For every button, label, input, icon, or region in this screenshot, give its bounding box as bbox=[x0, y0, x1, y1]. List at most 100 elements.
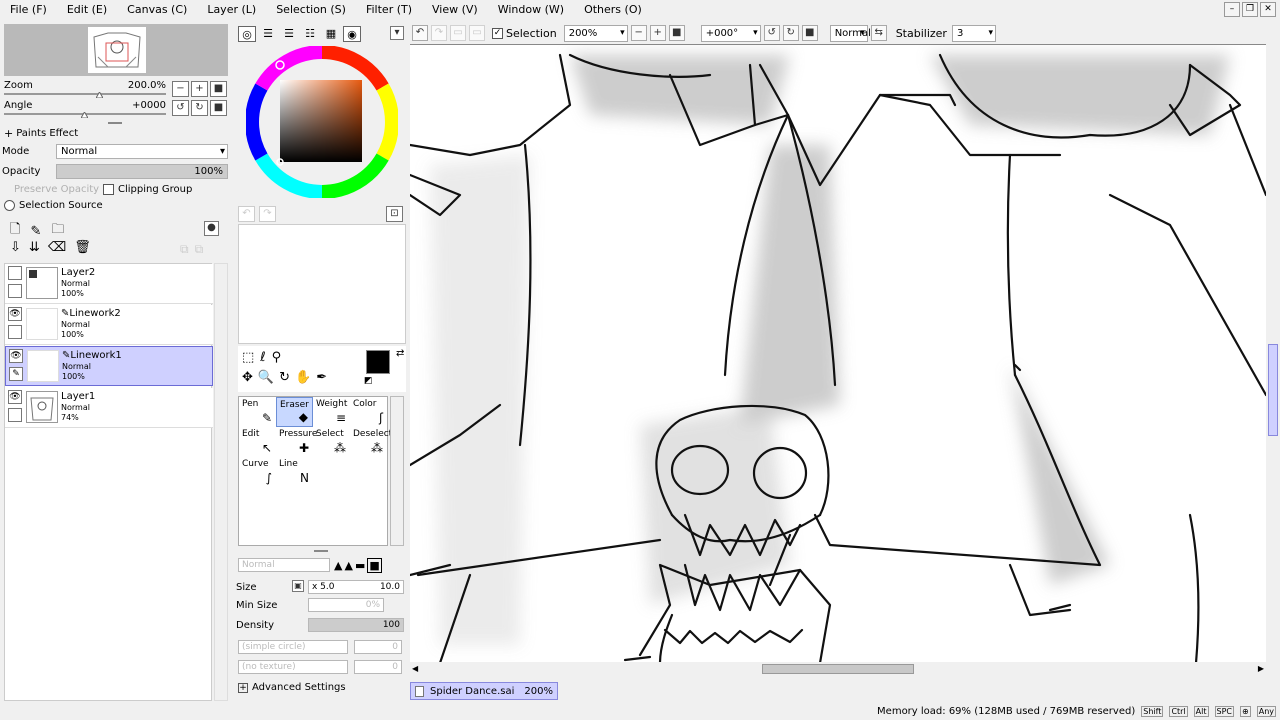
scroll-left-icon[interactable]: ◀ bbox=[412, 664, 418, 673]
undo-icon[interactable]: ↶ bbox=[412, 25, 428, 41]
paints-effect-header[interactable]: + Paints Effect bbox=[4, 127, 78, 140]
eye-icon[interactable]: 👁 bbox=[8, 307, 22, 321]
tool-deselect[interactable]: Deselect ⁂ bbox=[350, 427, 392, 457]
layer-item-linework1[interactable]: 👁 ✎ ✎Linework1 Normal 100% bbox=[5, 346, 213, 386]
blend-mode-select[interactable]: Normal bbox=[238, 558, 330, 572]
canvas-vertical-thumb[interactable] bbox=[1268, 344, 1278, 436]
size-field[interactable]: x 5.0 10.0 bbox=[308, 580, 404, 594]
brush-shape-value[interactable]: 0 bbox=[354, 640, 402, 654]
transfer-down-icon[interactable]: ⇩ bbox=[10, 240, 21, 255]
eye-icon[interactable]: 👁 bbox=[9, 349, 23, 363]
layer-list-scrollbar[interactable] bbox=[214, 263, 228, 701]
panel-splitter[interactable] bbox=[108, 122, 122, 124]
rotate-cw-icon[interactable]: ↻ bbox=[782, 25, 799, 41]
primary-color-swatch[interactable] bbox=[366, 350, 390, 374]
expand-plus-icon[interactable]: + bbox=[4, 127, 13, 140]
clipping-group-toggle[interactable]: Clipping Group bbox=[103, 184, 192, 195]
color-wheel[interactable] bbox=[245, 45, 399, 199]
angle-slider-knob[interactable] bbox=[80, 110, 89, 119]
scratch-clear-icon[interactable]: ⊡ bbox=[386, 206, 403, 222]
menu-view[interactable]: View (V) bbox=[422, 0, 488, 20]
rotate-reset-icon[interactable]: ■ bbox=[210, 100, 227, 116]
rgb-slider-tab-icon[interactable]: ☰ bbox=[259, 26, 277, 42]
rotate-tool-icon[interactable]: ↻ bbox=[279, 370, 290, 385]
selection-toggle[interactable]: ✓ Selection bbox=[492, 27, 557, 40]
minimize-icon[interactable]: – bbox=[1224, 2, 1240, 17]
rotate-ccw-icon[interactable]: ↺ bbox=[172, 100, 189, 116]
color-wheel-tab-icon[interactable]: ◎ bbox=[238, 26, 256, 42]
density-slider[interactable]: 100 bbox=[308, 618, 404, 632]
scratchpad-area[interactable] bbox=[238, 224, 406, 344]
new-layer-icon[interactable]: 🗋 bbox=[10, 220, 20, 242]
stabilizer-select[interactable]: 3 bbox=[951, 24, 996, 42]
zoom-in-icon[interactable]: + bbox=[191, 81, 208, 97]
tool-color[interactable]: Color ʃ bbox=[350, 397, 387, 427]
zoom-out-icon[interactable]: − bbox=[172, 81, 189, 97]
min-size-slider[interactable]: 0% bbox=[308, 598, 384, 612]
color-mixer-tab-icon[interactable]: ☷ bbox=[301, 26, 319, 42]
swatches-tab-icon[interactable]: ▦ bbox=[322, 26, 340, 42]
new-linework-layer-icon[interactable]: ✎ bbox=[30, 224, 41, 239]
paste-layer-icon[interactable]: ⧉ bbox=[195, 242, 204, 257]
magic-wand-icon[interactable]: ⚲ bbox=[272, 350, 282, 365]
angle-select[interactable]: +000° bbox=[700, 24, 761, 42]
tool-eraser[interactable]: Eraser ◆ bbox=[276, 397, 313, 427]
tool-pressure[interactable]: Pressure ✚ bbox=[276, 427, 317, 457]
restore-icon[interactable]: ❐ bbox=[1242, 2, 1258, 17]
scratch-undo-icon[interactable]: ↶ bbox=[238, 206, 255, 222]
expand-plus-icon[interactable]: + bbox=[238, 682, 248, 693]
view-mode-select[interactable]: Normal bbox=[829, 24, 871, 42]
invert-selection-icon[interactable]: ▭ bbox=[469, 25, 485, 41]
tool-grid-scrollbar[interactable] bbox=[390, 396, 404, 546]
checkbox-checked-icon[interactable]: ✓ bbox=[492, 27, 503, 39]
layer-opacity-slider[interactable]: 100% bbox=[56, 164, 228, 179]
menu-window[interactable]: Window (W) bbox=[488, 0, 574, 20]
document-tab[interactable]: Spider Dance.sai 200% bbox=[410, 682, 558, 700]
swap-colors-icon[interactable]: ⇄ bbox=[396, 348, 404, 359]
tool-pen[interactable]: Pen ✎ bbox=[239, 397, 276, 427]
scroll-right-icon[interactable]: ▶ bbox=[1258, 664, 1264, 673]
radio-unchecked-icon[interactable] bbox=[4, 200, 15, 211]
canvas-horizontal-scrollbar[interactable]: ◀ ▶ bbox=[410, 662, 1266, 676]
pen-edit-icon[interactable]: ✎ bbox=[9, 367, 23, 381]
brush-medium-icon[interactable]: ▲ bbox=[344, 559, 352, 572]
layer-mask-icon[interactable]: ● bbox=[204, 221, 219, 236]
zoom-out-icon[interactable]: − bbox=[630, 25, 647, 41]
selection-source-toggle[interactable]: Selection Source bbox=[4, 200, 103, 211]
hand-icon[interactable]: ✋ bbox=[295, 370, 311, 385]
size-multiplier-icon[interactable]: ▣ bbox=[292, 580, 304, 592]
reset-colors-icon[interactable]: ◩ bbox=[364, 376, 373, 386]
zoom-reset-icon[interactable]: ■ bbox=[668, 25, 685, 41]
tool-select[interactable]: Select ⁂ bbox=[313, 427, 350, 457]
redo-icon[interactable]: ↷ bbox=[431, 25, 447, 41]
lock-toggle-icon[interactable] bbox=[8, 284, 22, 298]
menu-layer[interactable]: Layer (L) bbox=[197, 0, 266, 20]
move-icon[interactable]: ✥ bbox=[242, 370, 253, 385]
hsv-slider-tab-icon[interactable]: ☰ bbox=[280, 26, 298, 42]
brush-shape-select[interactable]: (simple circle) bbox=[238, 640, 348, 654]
close-icon[interactable]: ✕ bbox=[1260, 2, 1276, 17]
tool-line[interactable]: Line N bbox=[276, 457, 313, 487]
menu-canvas[interactable]: Canvas (C) bbox=[117, 0, 197, 20]
layer-item-linework2[interactable]: 👁 ✎Linework2 Normal 100% bbox=[5, 305, 213, 345]
panel-menu-icon[interactable]: ▾ bbox=[390, 26, 404, 40]
brush-flat-icon[interactable]: ■ bbox=[367, 558, 382, 573]
layer-item-layer1[interactable]: 👁 Layer1 Normal 74% bbox=[5, 388, 213, 428]
tool-curve[interactable]: Curve ∫ bbox=[239, 457, 276, 487]
layer-item-layer2[interactable]: Layer2 Normal 100% bbox=[5, 264, 213, 304]
zoom-select[interactable]: 200% bbox=[563, 24, 628, 42]
zoom-slider-knob[interactable] bbox=[95, 90, 104, 99]
lock-toggle-icon[interactable] bbox=[8, 408, 22, 422]
brush-soft-icon[interactable]: ▬ bbox=[355, 559, 365, 572]
eye-icon[interactable]: 👁 bbox=[8, 390, 22, 404]
tool-weight[interactable]: Weight ≡ bbox=[313, 397, 350, 427]
new-folder-icon[interactable]: 🗀 bbox=[51, 220, 64, 242]
brush-texture-value[interactable]: 0 bbox=[354, 660, 402, 674]
menu-edit[interactable]: Edit (E) bbox=[57, 0, 117, 20]
canvas-vertical-scrollbar[interactable] bbox=[1266, 44, 1280, 662]
layer-mode-select[interactable]: Normal ▾ bbox=[56, 144, 228, 159]
zoom-in-icon[interactable]: + bbox=[649, 25, 666, 41]
eyedropper-icon[interactable]: ✒ bbox=[316, 370, 327, 385]
zoom-slider[interactable] bbox=[4, 93, 166, 95]
delete-layer-icon[interactable]: 🗑 bbox=[74, 240, 91, 255]
